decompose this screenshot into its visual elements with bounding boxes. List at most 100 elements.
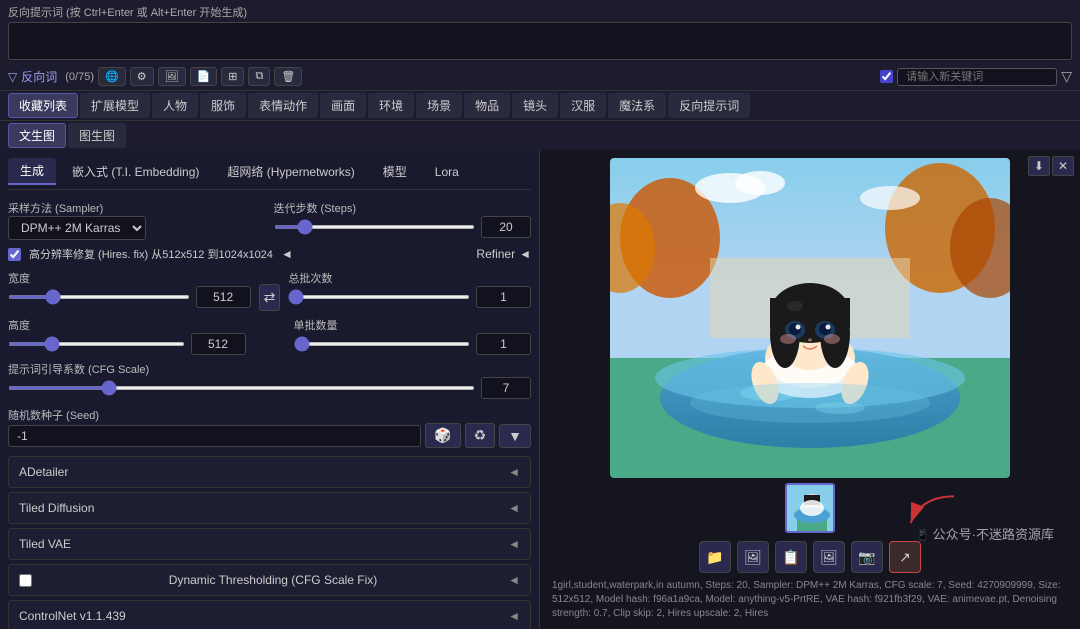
cfg-input[interactable] — [481, 377, 531, 399]
accordion-dynamic-threshold-header[interactable]: Dynamic Thresholding (CFG Scale Fix) ◄ — [9, 565, 530, 595]
gen-tab-embedding[interactable]: 嵌入式 (T.I. Embedding) — [60, 158, 211, 185]
tag-tab-neg[interactable]: 反向提示词 — [668, 93, 750, 118]
tag-tab-env[interactable]: 环境 — [368, 93, 414, 118]
globe-icon-btn[interactable]: 🌐 — [98, 67, 126, 86]
accordion-adetailer-header[interactable]: ADetailer ◄ — [9, 457, 530, 487]
tag-tab-location[interactable]: 场景 — [416, 93, 462, 118]
hires-checkbox[interactable] — [8, 248, 21, 261]
cfg-scale-section: 提示词引导系数 (CFG Scale) — [8, 361, 531, 399]
tag-tabs: 收藏列表 扩展模型 人物 服饰 表情动作 画面 环境 场景 物品 镜头 汉服 魔… — [0, 91, 1080, 121]
sampler-select[interactable]: DPM++ 2M Karras Euler a Euler DDIM UniPC — [8, 216, 146, 240]
batch-size-input[interactable] — [476, 333, 531, 355]
thumbnail-strip — [546, 479, 1074, 537]
accordion-tiled-diffusion-header[interactable]: Tiled Diffusion ◄ — [9, 493, 530, 523]
copy-icon-btn[interactable]: ⧉ — [248, 67, 270, 86]
seed-section: 随机数种子 (Seed) 🎲 ♻ ▼ — [8, 407, 531, 448]
bottom-toolbar: 📁 🖼 📋 🖼 📷 ↗ — [546, 537, 1074, 577]
accordion-adetailer-title: ADetailer — [19, 465, 68, 479]
sampler-label: 采样方法 (Sampler) — [8, 200, 266, 216]
swap-btn[interactable]: ⇄ — [259, 284, 281, 311]
dynamic-threshold-checkbox[interactable] — [19, 574, 32, 587]
width-label: 宽度 — [8, 270, 251, 286]
steps-input[interactable] — [481, 216, 531, 238]
settings-icon-btn[interactable]: ⚙ — [130, 67, 154, 86]
file-icon-btn[interactable]: 📄 — [190, 67, 218, 86]
camera-btn[interactable]: 📷 — [851, 541, 883, 573]
height-spacer — [254, 317, 286, 355]
copy-btn[interactable]: 📋 — [775, 541, 807, 573]
mode-tab-txt2img[interactable]: 文生图 — [8, 123, 66, 148]
batch-size-slider[interactable] — [294, 342, 471, 346]
seed-label: 随机数种子 (Seed) — [8, 407, 531, 423]
total-batches-slider[interactable] — [288, 295, 470, 299]
refiner-arrow[interactable]: ◄ — [519, 247, 531, 261]
neg-prompt-input[interactable] — [8, 22, 1072, 60]
width-input[interactable] — [196, 286, 251, 308]
height-input[interactable] — [191, 333, 246, 355]
neg-prompt-top-label: 反向提示词 (按 Ctrl+Enter 或 Alt+Enter 开始生成) — [8, 4, 1072, 20]
tag-tab-clothes[interactable]: 服饰 — [200, 93, 246, 118]
delete-icon-btn[interactable]: 🗑 — [274, 67, 302, 86]
cfg-label: 提示词引导系数 (CFG Scale) — [8, 361, 531, 377]
tag-tab-hanfu[interactable]: 汉服 — [560, 93, 606, 118]
height-slider[interactable] — [8, 342, 185, 346]
tag-tab-scene[interactable]: 画面 — [320, 93, 366, 118]
seed-input[interactable] — [8, 425, 421, 447]
accordion-controlnet-header[interactable]: ControlNet v1.1.439 ◄ — [9, 601, 530, 629]
image-svg — [610, 158, 1010, 478]
open-folder-btn[interactable]: 📁 — [699, 541, 731, 573]
tag-tab-item[interactable]: 物品 — [464, 93, 510, 118]
total-batches-input[interactable] — [476, 286, 531, 308]
thumbnail-1[interactable] — [785, 483, 835, 533]
accordion-tiled-vae-header[interactable]: Tiled VAE ◄ — [9, 529, 530, 559]
swap-section: ⇄ — [259, 270, 281, 311]
toolbar-label: 反向词 — [21, 68, 57, 85]
gen-tab-hypernetworks[interactable]: 超网络 (Hypernetworks) — [215, 158, 366, 185]
new-keyword-input[interactable] — [897, 68, 1057, 86]
tag-tab-extend[interactable]: 扩展模型 — [80, 93, 150, 118]
toolbar-count: (0/75) — [65, 71, 94, 83]
right-inner: ⬇ ✕ — [546, 156, 1074, 623]
seed-extra-btn[interactable]: ▼ — [499, 424, 531, 448]
expand-btn[interactable]: ▽ — [1061, 68, 1072, 85]
steps-slider[interactable] — [274, 225, 476, 229]
height-col: 高度 — [8, 317, 246, 355]
refiner-section: Refiner ◄ — [476, 247, 531, 261]
tag-tab-collect[interactable]: 收藏列表 — [8, 93, 78, 118]
image-icon-btn[interactable]: 🖼 — [158, 67, 186, 86]
tag-tab-magic[interactable]: 魔法系 — [608, 93, 666, 118]
height-slider-row — [8, 333, 246, 355]
hires-row: 高分辨率修复 (Hires. fix) 从512x512 到1024x1024 … — [8, 246, 531, 262]
tag-tab-person[interactable]: 人物 — [152, 93, 198, 118]
neg-prompt-section-toggle[interactable]: ▽ — [8, 70, 17, 84]
save-btn[interactable]: 🖼 — [813, 541, 845, 573]
seed-dice-btn[interactable]: 🎲 — [425, 423, 460, 448]
mode-tabs: 文生图 图生图 — [0, 121, 1080, 150]
gen-tab-generate[interactable]: 生成 — [8, 158, 56, 185]
width-slider[interactable] — [8, 295, 190, 299]
view-btn[interactable]: 🖼 — [737, 541, 769, 573]
steps-col: 迭代步数 (Steps) — [274, 200, 532, 240]
accordion-controlnet-arrow: ◄ — [508, 609, 520, 623]
seed-row: 🎲 ♻ ▼ — [8, 423, 531, 448]
new-keyword-checkbox[interactable] — [880, 70, 893, 83]
seed-recycle-btn[interactable]: ♻ — [465, 423, 496, 448]
generated-image — [610, 158, 1010, 478]
gen-tab-lora[interactable]: Lora — [423, 158, 471, 185]
accordion-tiled-diffusion: Tiled Diffusion ◄ — [8, 492, 531, 524]
cfg-slider[interactable] — [8, 386, 475, 390]
gen-tab-model[interactable]: 模型 — [371, 158, 419, 185]
hires-label[interactable]: 高分辨率修复 (Hires. fix) 从512x512 到1024x1024 — [29, 246, 273, 262]
accordion-dynamic-threshold-title: Dynamic Thresholding (CFG Scale Fix) — [169, 573, 378, 587]
send-btn[interactable]: ↗ — [889, 541, 921, 573]
accordion-tiled-diffusion-title: Tiled Diffusion — [19, 501, 94, 515]
hires-arrow[interactable]: ◄ — [281, 247, 293, 261]
tag-tab-lens[interactable]: 镜头 — [512, 93, 558, 118]
image-area — [546, 156, 1074, 479]
mode-tab-img2img[interactable]: 图生图 — [68, 123, 126, 148]
total-batches-col: 总批次数 — [288, 270, 531, 311]
tag-tab-expression[interactable]: 表情动作 — [248, 93, 318, 118]
grid-icon-btn[interactable]: ⊞ — [221, 67, 244, 86]
height-label: 高度 — [8, 317, 246, 333]
height-batch-row: 高度 单批数量 — [8, 317, 531, 355]
